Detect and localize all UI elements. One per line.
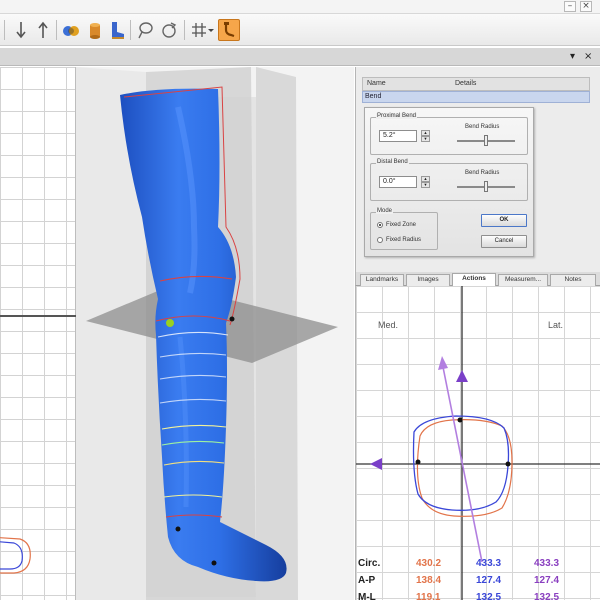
down-arrow-icon	[16, 22, 26, 39]
grid-icon	[192, 23, 206, 37]
landmark-dot[interactable]	[175, 526, 181, 532]
actions-panel: Name Details Bend Proximal Bend 5.2° ▲ ▼ …	[355, 67, 600, 272]
section-point[interactable]	[415, 459, 421, 465]
spheres-button[interactable]	[60, 19, 82, 41]
grid-dropdown-button[interactable]	[207, 19, 215, 41]
toolbar-separator	[4, 20, 5, 40]
rotate-icon	[162, 22, 177, 38]
axis-marker-left[interactable]	[370, 458, 382, 470]
up-arrow-button[interactable]	[32, 19, 54, 41]
list-item-bend[interactable]: Bend	[362, 91, 590, 103]
measure-circ-target: 433.3	[534, 558, 560, 569]
pane-header-bar: ▾ ×	[0, 48, 600, 66]
up-arrow-icon	[38, 21, 48, 38]
lasso-icon	[138, 22, 153, 39]
toolbar-separator	[56, 20, 57, 40]
boot-icon	[112, 22, 124, 39]
rotate-button[interactable]	[158, 19, 180, 41]
measure-ap-target: 127.4	[534, 575, 560, 586]
main-toolbar	[0, 14, 600, 46]
measure-label-circ: Circ.	[358, 558, 381, 569]
cross-section-plot	[356, 286, 600, 600]
distal-bend-group: Distal Bend 0.0° ▲ ▼ Bend Radius	[370, 159, 528, 201]
cylinder-icon	[90, 23, 100, 39]
tab-measurements[interactable]: Measurem...	[498, 274, 548, 286]
title-strip: – ×	[0, 0, 600, 14]
tab-notes[interactable]: Notes	[550, 274, 596, 286]
cross-section-view[interactable]: Med. Lat. Circ. 430.2 433.3 433.3 A-P 13…	[355, 286, 600, 600]
minimize-button[interactable]: –	[564, 1, 576, 12]
list-header: Name Details	[362, 77, 590, 91]
proximal-bend-group: Proximal Bend 5.2° ▲ ▼ Bend Radius	[370, 113, 528, 155]
distal-bend-input[interactable]: 0.0°	[379, 176, 417, 188]
cad-application: – × ▾ × Name Details Bend Proximal Bend …	[0, 0, 600, 600]
proximal-bend-spinner[interactable]: ▲ ▼	[421, 130, 430, 142]
cylinder-button[interactable]	[84, 19, 106, 41]
section-point[interactable]	[457, 417, 463, 423]
left-grid-view[interactable]	[0, 67, 76, 600]
column-name[interactable]: Name	[367, 80, 386, 87]
mode-fixed-zone-radio[interactable]: Fixed Zone	[377, 222, 416, 228]
landmark-dot[interactable]	[229, 316, 235, 322]
pin-icon[interactable]: ▾	[570, 51, 575, 62]
toolbar-separator	[184, 20, 185, 40]
distal-bend-label: Distal Bend	[376, 159, 409, 165]
toolbar-separator	[130, 20, 131, 40]
axis-marker-up[interactable]	[456, 370, 468, 382]
down-arrow-button[interactable]	[10, 19, 32, 41]
ok-button[interactable]: OK	[481, 214, 527, 227]
radio-icon[interactable]	[377, 237, 383, 243]
measure-ml-original: 119.1	[416, 592, 441, 600]
tab-images[interactable]: Images	[406, 274, 450, 286]
3d-model-viewport[interactable]	[76, 67, 354, 600]
slider-thumb[interactable]	[484, 181, 488, 192]
proximal-radius-label: Bend Radius	[465, 124, 500, 130]
original-section-outline	[416, 419, 513, 517]
bend-marker[interactable]	[166, 319, 174, 327]
mode-label: Mode	[376, 208, 394, 214]
bend-vector-arrowhead[interactable]	[438, 356, 448, 370]
measure-ml-target: 132.5	[534, 592, 560, 600]
mode-group: Mode Fixed Zone Fixed Radius	[370, 208, 438, 250]
minimize-icon: –	[567, 1, 573, 11]
close-icon: ×	[582, 1, 590, 11]
chevron-down-icon	[208, 29, 214, 32]
bend-dialog: Proximal Bend 5.2° ▲ ▼ Bend Radius Distal…	[364, 107, 534, 257]
proximal-bend-input[interactable]: 5.2°	[379, 130, 417, 142]
spheres-icon	[63, 26, 79, 36]
measure-circ-modified: 433.3	[476, 558, 502, 569]
measure-label-ml: M-L	[358, 592, 376, 600]
proximal-bend-label: Proximal Bend	[376, 113, 418, 119]
distal-radius-label: Bend Radius	[465, 170, 500, 176]
spin-down-icon[interactable]: ▼	[421, 136, 430, 142]
distal-bend-spinner[interactable]: ▲ ▼	[421, 176, 430, 188]
landmark-dot[interactable]	[211, 560, 217, 566]
tab-landmarks[interactable]: Landmarks	[360, 274, 404, 286]
measure-label-ap: A-P	[358, 575, 376, 586]
distal-radius-slider[interactable]	[457, 181, 515, 192]
close-panel-icon[interactable]: ×	[584, 51, 592, 62]
spin-down-icon[interactable]: ▼	[421, 182, 430, 188]
slider-thumb[interactable]	[484, 135, 488, 146]
tab-actions[interactable]: Actions	[452, 273, 496, 286]
boot-button[interactable]	[106, 19, 128, 41]
modified-section-outline	[412, 415, 510, 511]
measure-circ-original: 430.2	[416, 558, 442, 569]
measure-ap-modified: 127.4	[476, 575, 502, 586]
bend-tool-button[interactable]	[218, 19, 240, 41]
section-point[interactable]	[505, 461, 511, 467]
left-section-outline	[0, 537, 31, 574]
radio-selected-icon[interactable]	[377, 222, 383, 228]
measure-ap-original: 138.4	[416, 575, 442, 586]
lasso-button[interactable]	[134, 19, 156, 41]
leg-model-scene	[76, 67, 338, 600]
column-details[interactable]: Details	[455, 80, 476, 87]
cancel-button[interactable]: Cancel	[481, 235, 527, 248]
bend-icon	[224, 22, 235, 38]
close-window-button[interactable]: ×	[580, 1, 592, 12]
proximal-radius-slider[interactable]	[457, 135, 515, 146]
mode-fixed-radius-radio[interactable]: Fixed Radius	[377, 237, 421, 243]
measure-ml-modified: 132.5	[476, 592, 502, 600]
panel-tabs: Landmarks Images Actions Measurem... Not…	[355, 272, 600, 286]
